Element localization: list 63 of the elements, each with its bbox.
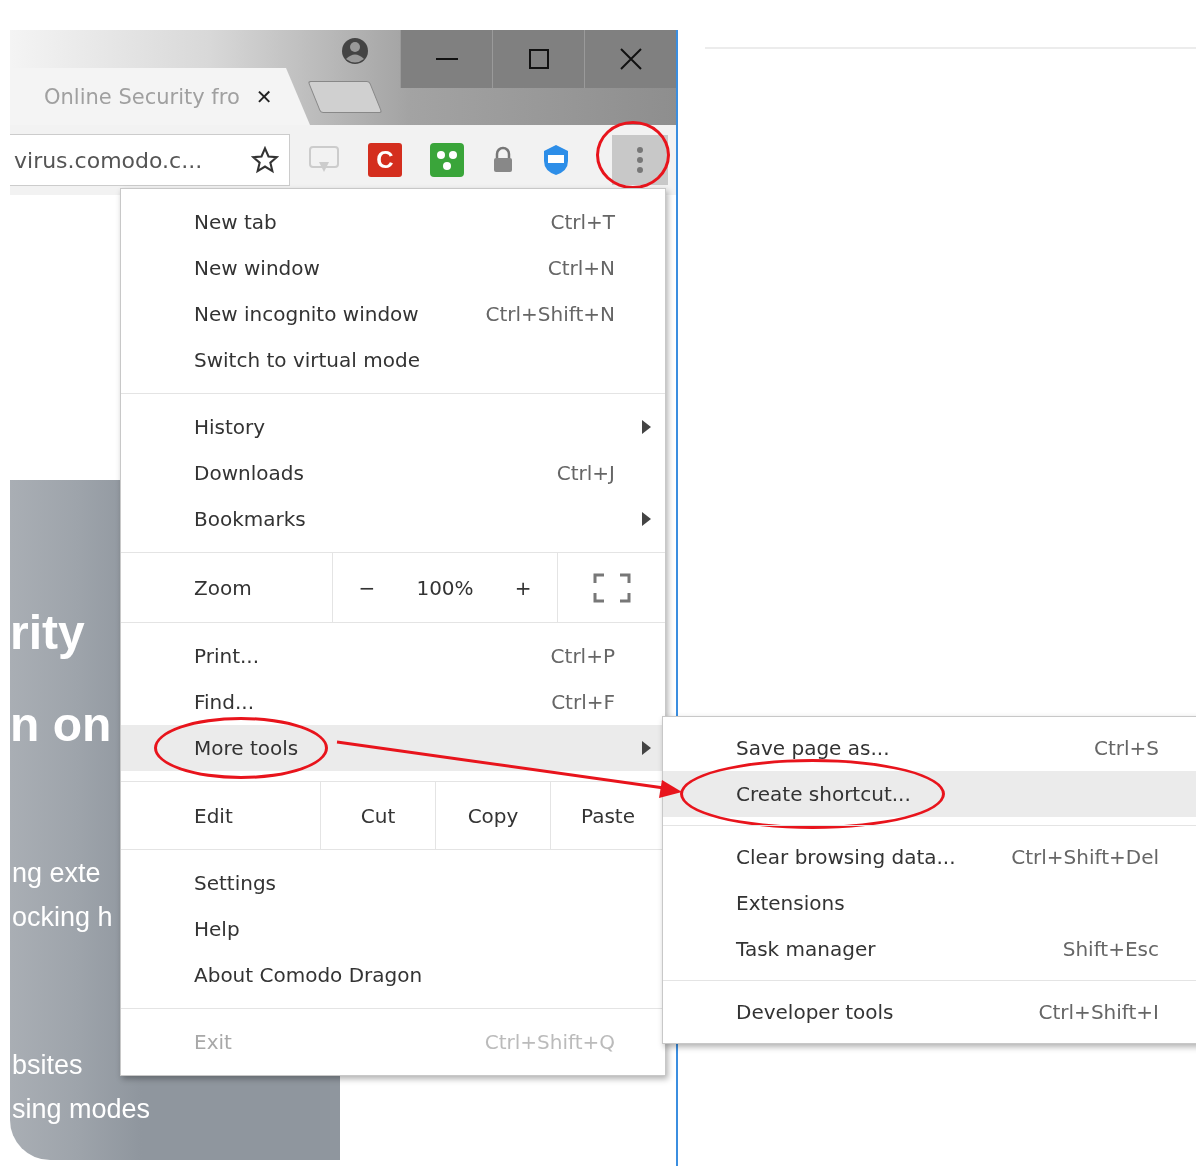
menu-item[interactable]: Downloads Ctrl+J [121, 450, 665, 496]
minimize-icon [435, 58, 458, 60]
shortcut-text: Ctrl+N [547, 256, 615, 280]
menu-item[interactable]: Find... Ctrl+F [121, 679, 665, 725]
fullscreen-icon[interactable] [592, 572, 631, 603]
page-heading: n on [10, 697, 112, 753]
zoom-level: 100% [416, 575, 474, 600]
menu-item[interactable]: New window Ctrl+N [121, 245, 665, 291]
zoom-label: Zoom [194, 575, 252, 600]
submenu-arrow-icon [642, 741, 651, 755]
share-icon[interactable] [430, 143, 464, 177]
profile-icon[interactable] [340, 36, 370, 66]
shortcut-text: Ctrl+Shift+N [485, 302, 615, 326]
page-text: sing modes [12, 1093, 151, 1126]
edit-action-button[interactable]: Cut [320, 782, 435, 849]
shortcut-text: Ctrl+Shift+Q [484, 1030, 615, 1054]
maximize-icon [527, 48, 550, 70]
menu-item[interactable]: Print... Ctrl+P [121, 633, 665, 679]
page-heading: rity [10, 605, 85, 661]
lock-icon[interactable] [492, 146, 514, 174]
zoom-in-button[interactable]: + [504, 571, 542, 604]
menu-item[interactable]: About Comodo Dragon [121, 952, 665, 998]
menu-button[interactable] [612, 135, 668, 185]
menu-item[interactable]: Settings [121, 860, 665, 906]
address-field[interactable]: virus.comodo.c... [10, 134, 290, 186]
menu-item[interactable]: Help [121, 906, 665, 952]
vertical-dots-icon [636, 146, 644, 174]
shield-icon[interactable] [542, 143, 570, 177]
menu-item[interactable]: New incognito window Ctrl+Shift+N [121, 291, 665, 337]
tab-close-button[interactable]: ✕ [255, 84, 273, 109]
shortcut-text: Ctrl+S [1093, 736, 1159, 760]
menu-item[interactable]: Extensions [663, 880, 1196, 926]
extension-button[interactable]: C [368, 143, 402, 177]
page-text: bsites [12, 1049, 83, 1082]
edit-action-button[interactable]: Copy [435, 782, 550, 849]
menu-item[interactable]: New tab Ctrl+T [121, 199, 665, 245]
close-button[interactable] [584, 30, 676, 88]
menu-item[interactable]: Switch to virtual mode [121, 337, 665, 383]
menu-item[interactable]: Clear browsing data... Ctrl+Shift+Del [663, 834, 1196, 880]
menu-item[interactable]: Create shortcut... [663, 771, 1196, 817]
page-text: ng exte [12, 857, 101, 890]
menu-item[interactable]: Developer tools Ctrl+Shift+I [663, 989, 1196, 1035]
shortcut-text: Shift+Esc [1062, 937, 1159, 961]
menu-item[interactable]: Save page as... Ctrl+S [663, 725, 1196, 771]
tab-title: Online Security fro [44, 84, 240, 109]
menu-item[interactable]: Task manager Shift+Esc [663, 926, 1196, 972]
shortcut-text: Ctrl+P [550, 644, 615, 668]
menu-item[interactable]: History [121, 404, 665, 450]
page-text: ocking h [12, 901, 113, 934]
shortcut-text: Ctrl+Shift+Del [1011, 845, 1159, 869]
shortcut-text: Ctrl+Shift+I [1038, 1000, 1159, 1024]
shortcut-text: Ctrl+T [550, 210, 615, 234]
submenu-arrow-icon [642, 420, 651, 434]
close-icon [619, 48, 642, 70]
star-icon[interactable] [251, 146, 279, 174]
edit-label: Edit [194, 803, 233, 828]
zoom-out-button[interactable]: − [348, 571, 386, 604]
submenu-arrow-icon [642, 512, 651, 526]
menu-item[interactable]: More tools [121, 725, 665, 771]
menu-item[interactable]: Bookmarks [121, 496, 665, 542]
shortcut-text: Ctrl+F [551, 690, 615, 714]
shortcut-text: Ctrl+J [556, 461, 615, 485]
maximize-button[interactable] [492, 30, 584, 88]
